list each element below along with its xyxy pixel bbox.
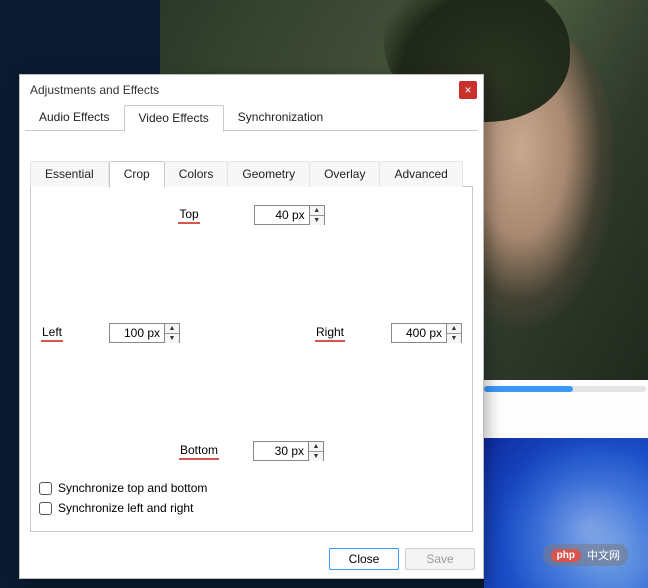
save-button: Save [405, 548, 475, 570]
playback-progress-bar[interactable] [484, 386, 646, 392]
crop-right-spinner[interactable]: ▲ ▼ [447, 323, 462, 343]
watermark-badge: php 中文网 [543, 544, 628, 566]
progress-area [484, 380, 648, 398]
tab-audio-effects[interactable]: Audio Effects [25, 105, 124, 131]
close-icon[interactable]: × [459, 81, 477, 99]
crop-bottom-label: Bottom [179, 443, 219, 460]
player-controls-area [484, 398, 648, 438]
sync-top-bottom-label: Synchronize top and bottom [58, 481, 207, 495]
chevron-down-icon[interactable]: ▼ [309, 452, 323, 461]
subtab-advanced[interactable]: Advanced [380, 161, 462, 187]
dialog-title: Adjustments and Effects [30, 83, 159, 97]
crop-bottom-spinner[interactable]: ▲ ▼ [309, 441, 324, 461]
video-effects-sub-tabs: Essential Crop Colors Geometry Overlay A… [30, 161, 473, 187]
sync-left-right-label: Synchronize left and right [58, 501, 193, 515]
chevron-up-icon[interactable]: ▲ [165, 324, 179, 334]
dialog-titlebar: Adjustments and Effects × [20, 75, 483, 105]
tab-synchronization[interactable]: Synchronization [224, 105, 337, 131]
adjustments-effects-dialog: Adjustments and Effects × Audio Effects … [19, 74, 484, 579]
main-tabs: Audio Effects Video Effects Synchronizat… [20, 105, 483, 131]
dialog-button-row: Close Save [20, 542, 483, 578]
chevron-up-icon[interactable]: ▲ [447, 324, 461, 334]
sync-left-right-checkbox[interactable] [39, 502, 52, 515]
subtab-geometry[interactable]: Geometry [228, 161, 310, 187]
watermark-text: 中文网 [587, 547, 620, 563]
subtab-essential[interactable]: Essential [30, 161, 109, 187]
tab-video-effects[interactable]: Video Effects [124, 105, 224, 132]
close-button[interactable]: Close [329, 548, 399, 570]
crop-right-input[interactable] [391, 323, 447, 343]
crop-left-input[interactable] [109, 323, 165, 343]
crop-top-label: Top [178, 207, 199, 224]
chevron-down-icon[interactable]: ▼ [310, 216, 324, 225]
sync-top-bottom-checkbox[interactable] [39, 482, 52, 495]
crop-left-spinner[interactable]: ▲ ▼ [165, 323, 180, 343]
chevron-up-icon[interactable]: ▲ [310, 206, 324, 216]
chevron-up-icon[interactable]: ▲ [309, 442, 323, 452]
subtab-overlay[interactable]: Overlay [310, 161, 380, 187]
subtab-colors[interactable]: Colors [165, 161, 229, 187]
watermark-brand: php [551, 549, 581, 562]
crop-right-label: Right [315, 325, 345, 342]
subtab-crop[interactable]: Crop [109, 161, 165, 188]
crop-left-label: Left [41, 325, 63, 342]
crop-panel: Top ▲ ▼ Left ▲ ▼ [30, 187, 473, 532]
chevron-down-icon[interactable]: ▼ [165, 334, 179, 343]
crop-top-spinner[interactable]: ▲ ▼ [310, 205, 325, 225]
crop-bottom-input[interactable] [253, 441, 309, 461]
chevron-down-icon[interactable]: ▼ [447, 334, 461, 343]
crop-top-input[interactable] [254, 205, 310, 225]
